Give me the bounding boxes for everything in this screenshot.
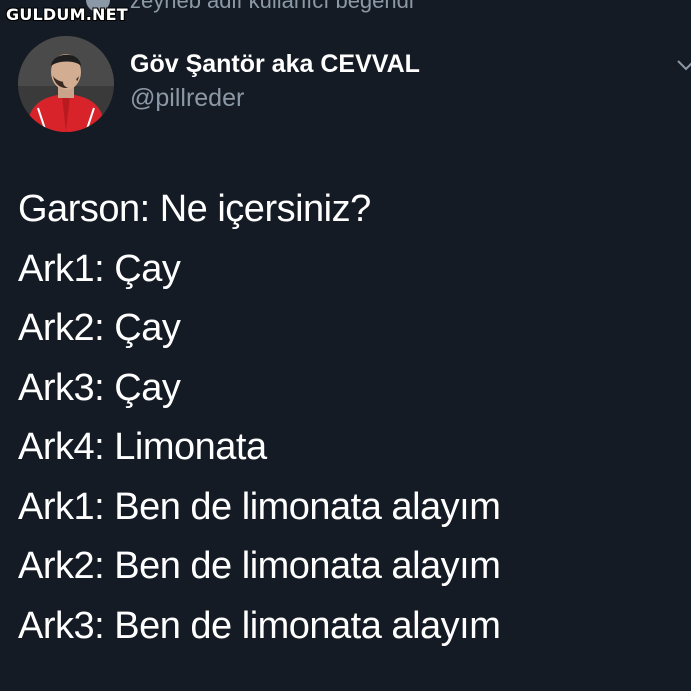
tweet-line: Ark3: Çay (18, 366, 181, 409)
author-display-name[interactable]: Göv Şantör aka CEVVAL (130, 50, 420, 79)
tweet-line: Ark4: Limonata (18, 426, 267, 468)
tweet-line: Ark2: Çay (18, 307, 181, 349)
tweet-line: Garson: Ne içersiniz? (18, 188, 371, 230)
profile-photo (18, 36, 114, 132)
tweet-line: Ark1: Ben de limonata alayım (18, 485, 501, 528)
tweet-line: Ark3: Ben de limonata alayım (18, 604, 501, 647)
tweet-text: Garson: Ne içersiniz? Ark1: Çay Ark2: Ça… (18, 180, 678, 656)
avatar[interactable] (18, 36, 114, 132)
tweet-line: Ark2: Ben de limonata alayım (18, 545, 501, 587)
liked-by-text[interactable]: zeyneb adlı kullanıcı beğendi (130, 0, 414, 14)
tweet-line: Ark1: Çay (18, 247, 181, 290)
chevron-down-icon[interactable] (676, 56, 691, 76)
site-watermark: GULDUM.NET (6, 5, 128, 24)
author-handle[interactable]: @pillreder (130, 84, 244, 113)
